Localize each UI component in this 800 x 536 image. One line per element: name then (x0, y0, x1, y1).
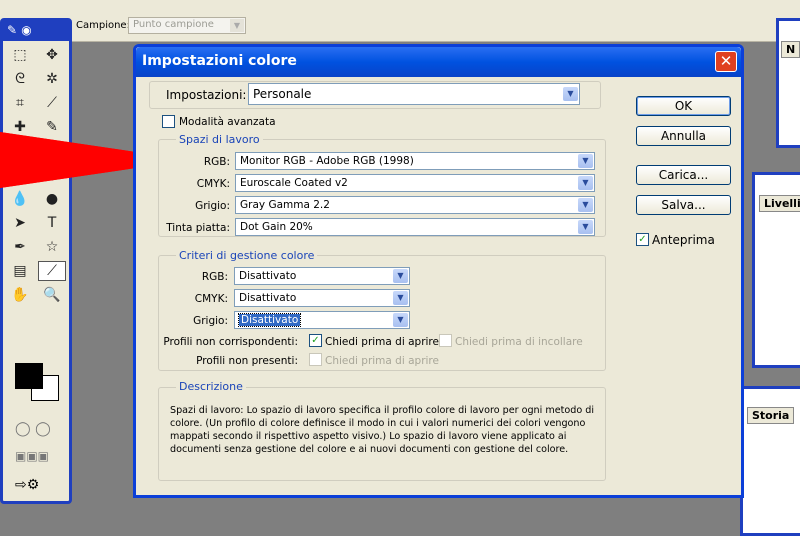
advanced-mode-label: Modalità avanzata (179, 116, 276, 128)
shape-tool-icon[interactable]: ☆ (38, 237, 66, 257)
chevron-down-icon: ▼ (230, 19, 244, 32)
ws-gray-value: Gray Gamma 2.2 (240, 199, 330, 211)
advanced-mode-checkbox[interactable] (162, 115, 175, 128)
ws-spot-label: Tinta piatta: (166, 222, 230, 234)
tools-header[interactable]: ✎ ◉ (3, 21, 69, 41)
ask-open-label: Chiedi prima di aprire (325, 336, 439, 348)
layers-tab[interactable]: Livelli (759, 195, 800, 212)
pol-gray-value: Disattivato (237, 313, 302, 327)
save-button[interactable]: Salva... (636, 195, 731, 215)
tools-palette: ✎ ◉ ⬚ ✥ ᘓ ✲ ⌗ ⟋ ✚ ✎ ⊥ ↺ ▱ ◆ 💧 ● ➤ T ✒ ☆ … (0, 18, 72, 504)
ok-button[interactable]: OK (636, 96, 731, 116)
preview-checkbox[interactable]: ✓ (636, 233, 649, 246)
close-icon[interactable]: ✕ (715, 51, 737, 72)
ws-gray-label: Grigio: (195, 200, 230, 212)
chevron-down-icon: ▼ (578, 154, 593, 168)
ws-gray-select[interactable]: Gray Gamma 2.2 ▼ (235, 196, 595, 214)
ws-rgb-select[interactable]: Monitor RGB - Adobe RGB (1998) ▼ (235, 152, 595, 170)
missing-label: Profili non presenti: (196, 355, 298, 367)
ask-paste-label: Chiedi prima di incollare (455, 336, 583, 348)
navigator-tab[interactable]: N (781, 41, 800, 58)
settings-select[interactable]: Personale ▼ (248, 83, 580, 105)
crop-tool-icon[interactable]: ⌗ (6, 93, 34, 113)
jump-to-imageready-icon[interactable]: ⇨⚙ (15, 477, 39, 493)
eyedropper-tool-icon[interactable]: ⟋ (38, 261, 66, 281)
chevron-down-icon: ▼ (563, 87, 578, 101)
settings-label: Impostazioni: (166, 88, 247, 102)
pol-cmyk-select[interactable]: Disattivato ▼ (234, 289, 410, 307)
pol-rgb-value: Disattivato (239, 270, 297, 282)
sample-select[interactable]: Punto campione ▼ (128, 17, 246, 34)
cancel-button[interactable]: Annulla (636, 126, 731, 146)
pol-cmyk-label: CMYK: (194, 293, 228, 305)
mismatch-label: Profili non corrispondenti: (163, 336, 298, 348)
history-panel: Storia (740, 386, 800, 536)
ws-spot-value: Dot Gain 20% (240, 221, 313, 233)
chevron-down-icon: ▼ (393, 313, 408, 327)
ws-spot-select[interactable]: Dot Gain 20% ▼ (235, 218, 595, 236)
policies-group-label: Criteri di gestione colore (176, 249, 318, 262)
color-settings-dialog: Impostazioni colore ✕ Impostazioni: Pers… (133, 44, 744, 498)
chevron-down-icon: ▼ (578, 198, 593, 212)
pen-tool-icon[interactable]: ✒ (6, 237, 34, 257)
preview-label: Anteprima (652, 233, 715, 247)
pol-gray-label: Grigio: (193, 315, 228, 327)
zoom-tool-icon[interactable]: 🔍 (38, 285, 66, 305)
ws-cmyk-select[interactable]: Euroscale Coated v2 ▼ (235, 174, 595, 192)
ask-open-checkbox[interactable]: ✓ (309, 334, 322, 347)
dodge-tool-icon[interactable]: ● (38, 189, 66, 209)
slice-tool-icon[interactable]: ⟋ (38, 93, 66, 113)
pol-rgb-select[interactable]: Disattivato ▼ (234, 267, 410, 285)
pol-rgb-label: RGB: (201, 271, 228, 283)
screen-mode-icon[interactable]: ▣▣▣ (15, 449, 49, 463)
ask-paste-checkbox[interactable] (439, 334, 452, 347)
move-tool-icon[interactable]: ✥ (38, 45, 66, 65)
ws-rgb-label: RGB: (203, 156, 230, 168)
layers-panel: Livelli (752, 172, 800, 368)
mask-mode-icon[interactable]: ◯ ◯ (15, 421, 51, 437)
chevron-down-icon: ▼ (578, 220, 593, 234)
dialog-title: Impostazioni colore (136, 47, 741, 77)
description-group-label: Descrizione (176, 380, 246, 393)
marquee-tool-icon[interactable]: ⬚ (6, 45, 34, 65)
options-bar: Campione: Punto campione ▼ (0, 0, 800, 42)
settings-value: Personale (253, 87, 312, 101)
sample-label: Campione: (76, 20, 130, 31)
lasso-tool-icon[interactable]: ᘓ (6, 69, 34, 89)
workspaces-group-label: Spazi di lavoro (176, 133, 263, 146)
ask-open-missing-label: Chiedi prima di aprire (325, 355, 439, 367)
load-button[interactable]: Carica... (636, 165, 731, 185)
ws-rgb-value: Monitor RGB - Adobe RGB (1998) (240, 155, 414, 167)
ws-cmyk-label: CMYK: (196, 178, 230, 190)
ws-cmyk-value: Euroscale Coated v2 (240, 177, 348, 189)
ask-open-missing-checkbox[interactable] (309, 353, 322, 366)
description-text: Spazi di lavoro: Lo spazio di lavoro spe… (170, 405, 594, 455)
chevron-down-icon: ▼ (393, 291, 408, 305)
foreground-color[interactable] (15, 363, 43, 389)
path-select-icon[interactable]: ➤ (6, 213, 34, 233)
navigator-panel: N (776, 18, 800, 148)
history-tab[interactable]: Storia (747, 407, 795, 424)
magic-wand-icon[interactable]: ✲ (38, 69, 66, 89)
chevron-down-icon: ▼ (578, 176, 593, 190)
blur-tool-icon[interactable]: 💧 (6, 189, 34, 209)
notes-tool-icon[interactable]: ▤ (6, 261, 34, 281)
chevron-down-icon: ▼ (393, 269, 408, 283)
type-tool-icon[interactable]: T (38, 213, 66, 233)
pol-cmyk-value: Disattivato (239, 292, 297, 304)
pol-gray-select[interactable]: Disattivato ▼ (234, 311, 410, 329)
hand-tool-icon[interactable]: ✋ (6, 285, 34, 305)
sample-select-value: Punto campione (133, 19, 214, 30)
